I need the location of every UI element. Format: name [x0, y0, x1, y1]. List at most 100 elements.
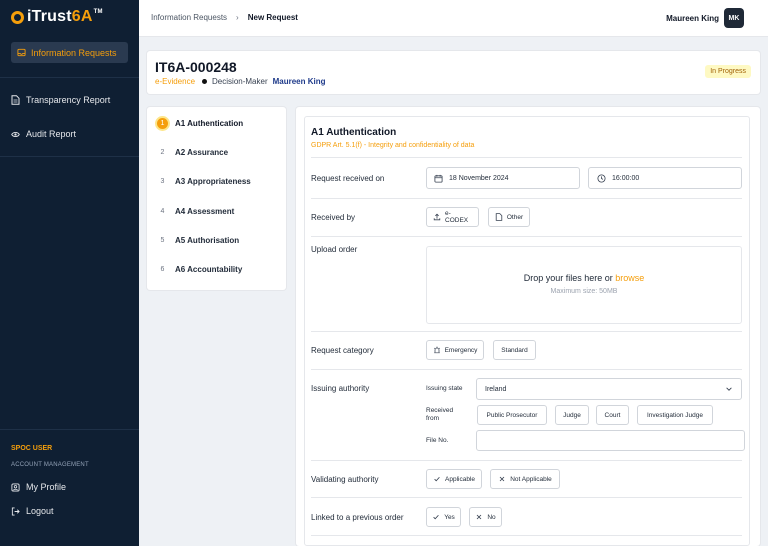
file-dropzone[interactable]: Drop your files here or browse Maximum s…	[426, 246, 742, 324]
date-field[interactable]: 18 November 2024	[426, 167, 580, 189]
time-field[interactable]: 16:00:00	[588, 167, 742, 189]
step-label: A3 Appropriateness	[175, 177, 251, 186]
sidebar-item-audit-report[interactable]: Audit Report	[11, 129, 76, 139]
received-by-other-button[interactable]: Other	[488, 207, 530, 227]
category-emergency-button[interactable]: Emergency	[426, 340, 484, 360]
step-label: A6 Accountability	[175, 265, 243, 274]
received-from-investigation-judge-button[interactable]: Investigation Judge	[637, 405, 713, 425]
breadcrumb-separator: ›	[236, 13, 239, 22]
sidebar-item-label: Logout	[26, 506, 54, 516]
button-label: Not Applicable	[510, 475, 552, 483]
button-label: Other	[506, 213, 524, 221]
linked-yes-button[interactable]: Yes	[426, 507, 461, 527]
request-header: IT6A-000248 e-Evidence Decision-Maker Ma…	[147, 51, 760, 94]
user-name: Maureen King	[666, 13, 719, 23]
button-label: Court	[604, 411, 621, 419]
time-value: 16:00:00	[612, 174, 640, 182]
clock-icon	[597, 173, 606, 183]
step-a5[interactable]: 5 A5 Authorisation	[155, 233, 240, 248]
received-by-ecodex-button[interactable]: e-CODEX	[426, 207, 479, 227]
received-from-judge-button[interactable]: Judge	[555, 405, 589, 425]
received-from-public-prosecutor-button[interactable]: Public Prosecutor	[477, 405, 547, 425]
close-icon	[498, 475, 506, 483]
button-label: Investigation Judge	[646, 411, 703, 419]
step-a6[interactable]: 6 A6 Accountability	[155, 262, 243, 277]
step-a4[interactable]: 4 A4 Assessment	[155, 204, 235, 219]
siren-icon	[433, 346, 441, 354]
calendar-icon	[434, 174, 443, 183]
sidebar-item-label: Information Requests	[31, 47, 117, 58]
divider	[311, 236, 742, 237]
sidebar-item-label: My Profile	[26, 482, 67, 492]
breadcrumb-root-link[interactable]: Information Requests	[151, 13, 227, 22]
sidebar-item-information-requests[interactable]: Information Requests	[11, 42, 128, 63]
request-type: e-Evidence	[155, 77, 196, 86]
sidebar-section-title: SPOC USER	[11, 445, 53, 452]
button-label: Emergency	[444, 346, 478, 354]
received-by-label: Received by	[311, 213, 356, 222]
step-label: A1 Authentication	[175, 119, 244, 128]
button-label: No	[487, 513, 496, 521]
sidebar-item-my-profile[interactable]: My Profile	[11, 482, 66, 492]
file-no-input[interactable]	[476, 430, 745, 451]
chevron-down-icon	[725, 385, 733, 393]
validating-applicable-button[interactable]: Applicable	[426, 469, 482, 489]
browse-link[interactable]: browse	[615, 273, 644, 283]
step-a1[interactable]: 1 A1 Authentication	[155, 116, 243, 131]
sidebar-item-transparency-report[interactable]: Transparency Report	[11, 95, 110, 105]
check-icon	[433, 475, 441, 483]
check-icon	[432, 513, 440, 521]
divider	[311, 331, 742, 332]
upload-order-label: Upload order	[311, 245, 358, 254]
validating-not-applicable-button[interactable]: Not Applicable	[490, 469, 560, 489]
account-management-label: ACCOUNT MANAGEMENT	[11, 462, 89, 468]
divider	[311, 460, 742, 461]
issuing-state-label: Issuing state	[426, 385, 463, 392]
received-from-court-button[interactable]: Court	[596, 405, 629, 425]
dropzone-max-size: Maximum size: 50MB	[550, 288, 618, 295]
profile-icon	[11, 482, 20, 492]
file-no-label: File No.	[426, 437, 449, 444]
logo-ring-icon	[11, 10, 24, 24]
eye-icon	[11, 130, 20, 139]
issuing-authority-label: Issuing authority	[311, 384, 370, 393]
user-menu[interactable]: Maureen King MK	[666, 8, 744, 28]
button-label: Public Prosecutor	[486, 411, 538, 419]
issuing-state-select[interactable]: Ireland	[476, 378, 742, 400]
issuing-state-value: Ireland	[485, 385, 507, 393]
logo-tm: TM	[93, 9, 103, 15]
received-on-label: Request received on	[311, 174, 385, 183]
button-label: Applicable	[445, 475, 475, 483]
button-label: e-CODEX	[445, 210, 469, 224]
linked-no-button[interactable]: No	[469, 507, 502, 527]
logout-icon	[11, 506, 20, 516]
category-standard-button[interactable]: Standard	[493, 340, 536, 360]
dropzone-text: Drop your files here or browse	[427, 273, 741, 283]
app-logo[interactable]: iTrust 6A TM	[11, 8, 103, 26]
step-label: A2 Assurance	[175, 148, 229, 157]
request-meta: e-Evidence Decision-Maker Maureen King	[155, 77, 326, 86]
received-from-label-line: from	[426, 415, 439, 422]
step-label: A5 Authorisation	[175, 236, 240, 245]
sidebar-divider	[0, 156, 139, 157]
sidebar-item-label: Transparency Report	[26, 95, 111, 105]
step-a2[interactable]: 2 A2 Assurance	[155, 145, 229, 160]
document-icon	[495, 213, 503, 221]
request-owner: Maureen King	[272, 77, 326, 86]
received-from-label: Received from	[426, 407, 453, 423]
step-a3[interactable]: 3 A3 Appropriateness	[155, 174, 251, 189]
close-icon	[475, 513, 483, 521]
avatar[interactable]: MK	[724, 8, 744, 28]
status-badge: In Progress	[705, 65, 751, 78]
logo-suffix: 6A	[71, 8, 93, 25]
step-number: 6	[160, 266, 165, 273]
breadcrumb: Information Requests › New Request	[151, 13, 298, 22]
upload-icon	[433, 213, 441, 221]
received-from-label-line: Received	[426, 407, 454, 414]
sidebar: iTrust 6A TM Information Requests Transpar…	[0, 0, 139, 546]
divider	[311, 535, 742, 536]
topbar: Information Requests › New Request Maure…	[139, 0, 768, 37]
step-number: 2	[160, 149, 165, 156]
request-role: Decision-Maker	[212, 77, 268, 86]
sidebar-item-logout[interactable]: Logout	[11, 506, 54, 516]
